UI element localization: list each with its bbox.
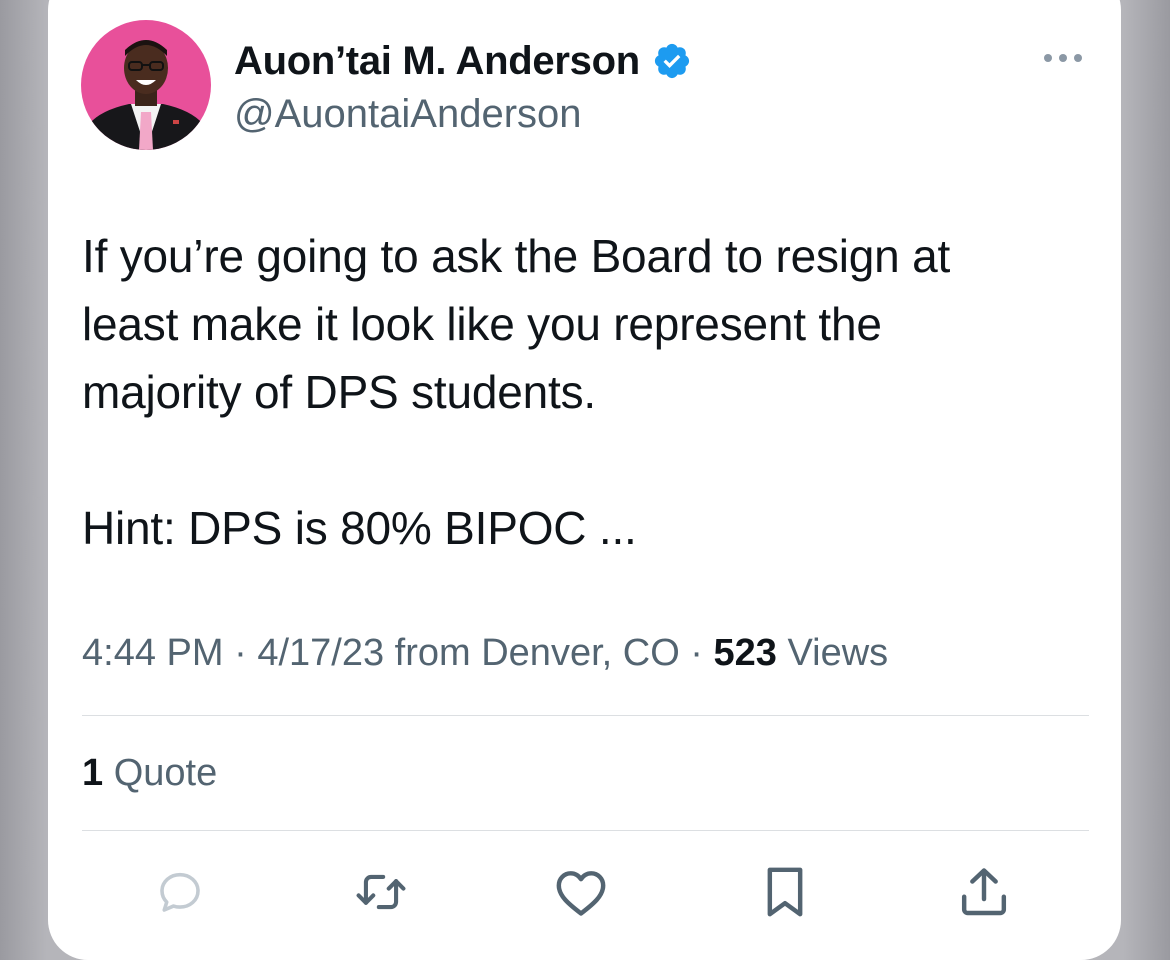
views-count: 523 [713,632,777,674]
tweet-text-line: least make it look like you represent th… [82,298,882,350]
speech-bubble-icon [160,872,200,912]
meta-separator: · [223,632,258,674]
divider [82,715,1089,716]
tweet-text-line: If you’re going to ask the Board to resi… [82,230,951,282]
tweet-metadata: 4:44 PM · 4/17/23 from Denver, CO · 523 … [82,632,888,675]
tweet-location: from Denver, CO [394,632,680,674]
avatar[interactable] [81,20,211,150]
tweet-time[interactable]: 4:44 PM [82,632,224,674]
more-options-icon[interactable] [1040,46,1086,70]
quotes-link[interactable]: 1 Quote [82,752,217,795]
like-button[interactable] [553,864,609,920]
verified-badge-icon [652,41,692,81]
tweet-date[interactable]: 4/17/23 [257,632,384,674]
views-label: Views [787,632,889,674]
bookmark-button[interactable] [757,864,813,920]
quotes-label: Quote [113,752,218,794]
reply-button[interactable] [152,864,208,920]
quotes-count: 1 [82,752,104,794]
tweet-text-line: majority of DPS students. [82,366,596,418]
author-handle[interactable]: @AuontaiAnderson [234,92,582,137]
retweet-icon [356,874,406,910]
tweet-text-line: Hint: DPS is 80% BIPOC ... [82,502,637,554]
profile-photo-icon [81,20,211,150]
author-name-row: Auon’tai M. Anderson [234,36,692,86]
divider [82,830,1089,831]
share-button[interactable] [956,864,1012,920]
author-display-name[interactable]: Auon’tai M. Anderson [234,39,640,84]
meta-separator: · [679,632,714,674]
retweet-button[interactable] [353,864,409,920]
tweet-text: If you’re going to ask the Board to resi… [82,222,1092,562]
share-icon [961,868,1007,916]
bookmark-icon [767,867,803,917]
heart-icon [556,871,606,916]
